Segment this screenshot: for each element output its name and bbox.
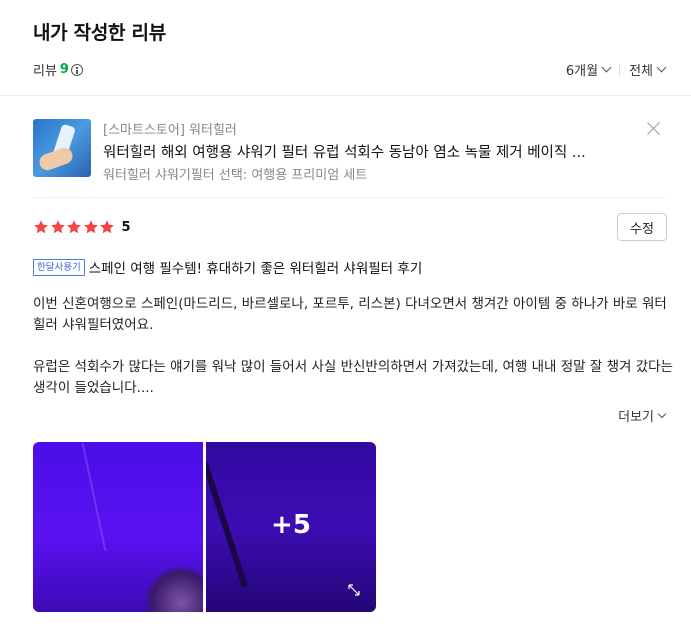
section-divider [0,95,691,96]
review-headline-text: 스페인 여행 필수템! 휴대하기 좋은 워터힐러 샤워필터 후기 [88,261,423,277]
review-photo-more[interactable]: +5 [206,442,376,612]
product-store[interactable]: [스마트스토어] 워터힐러 [103,119,237,138]
product-thumbnail[interactable] [33,119,91,177]
review-body: 이번 신혼여행으로 스페인(마드리드, 바르셀로나, 포르투, 리스본) 다녀오… [33,294,673,420]
period-filter[interactable]: 6개월 [565,60,612,79]
review-count-value: 9 [59,62,69,77]
star-rating [33,219,116,235]
star-icon [33,219,49,235]
page-title: 내가 작성한 리뷰 [33,22,166,44]
chevron-down-icon [656,62,667,73]
star-icon [66,219,82,235]
product-name[interactable]: 워터힐러 해외 여행용 샤워기 필터 유럽 석회수 동남아 염소 녹물 제거 베… [103,141,648,162]
close-icon[interactable] [647,121,661,135]
type-filter-label: 전체 [629,64,653,79]
filter-divider [619,63,621,76]
more-button-label: 더보기 [618,410,654,425]
review-paragraph: 이번 신혼여행으로 스페인(마드리드, 바르셀로나, 포르투, 리스본) 다녀오… [33,296,667,333]
filter-group: 6개월 전체 [565,60,667,79]
period-filter-label: 6개월 [565,64,599,79]
edit-button[interactable]: 수정 [617,213,667,241]
info-icon[interactable] [70,63,83,76]
product-info: [스마트스토어] 워터힐러 워터힐러 해외 여행용 샤워기 필터 유럽 석회수 … [33,119,665,183]
review-summary-bar: 리뷰 9 6개월 전체 [33,60,667,80]
review-headline: 한달사용기 스페인 여행 필수템! 휴대하기 좋은 워터힐러 샤워필터 후기 [33,257,422,277]
star-icon [83,219,99,235]
product-divider [33,197,665,198]
rating-value: 5 [121,219,131,235]
star-icon [50,219,66,235]
more-button[interactable]: 더보기 [618,406,667,425]
chevron-down-icon [601,62,612,73]
review-count-label: 리뷰 [33,64,57,79]
expand-icon[interactable] [348,584,360,596]
type-filter[interactable]: 전체 [629,60,667,79]
rating-row: 5 [33,217,131,237]
photo-more-count: +5 [271,510,311,540]
star-icon [99,219,115,235]
review-count: 리뷰 9 [33,60,83,79]
chevron-down-icon [657,409,667,418]
usage-badge: 한달사용기 [33,258,85,276]
review-photo[interactable] [33,442,203,612]
review-paragraph: 유럽은 석회수가 많다는 얘기를 워낙 많이 들어서 사실 반신반의하면서 가져… [33,359,673,396]
product-option: 워터힐러 샤워기필터 선택: 여행용 프리미엄 세트 [103,168,368,183]
